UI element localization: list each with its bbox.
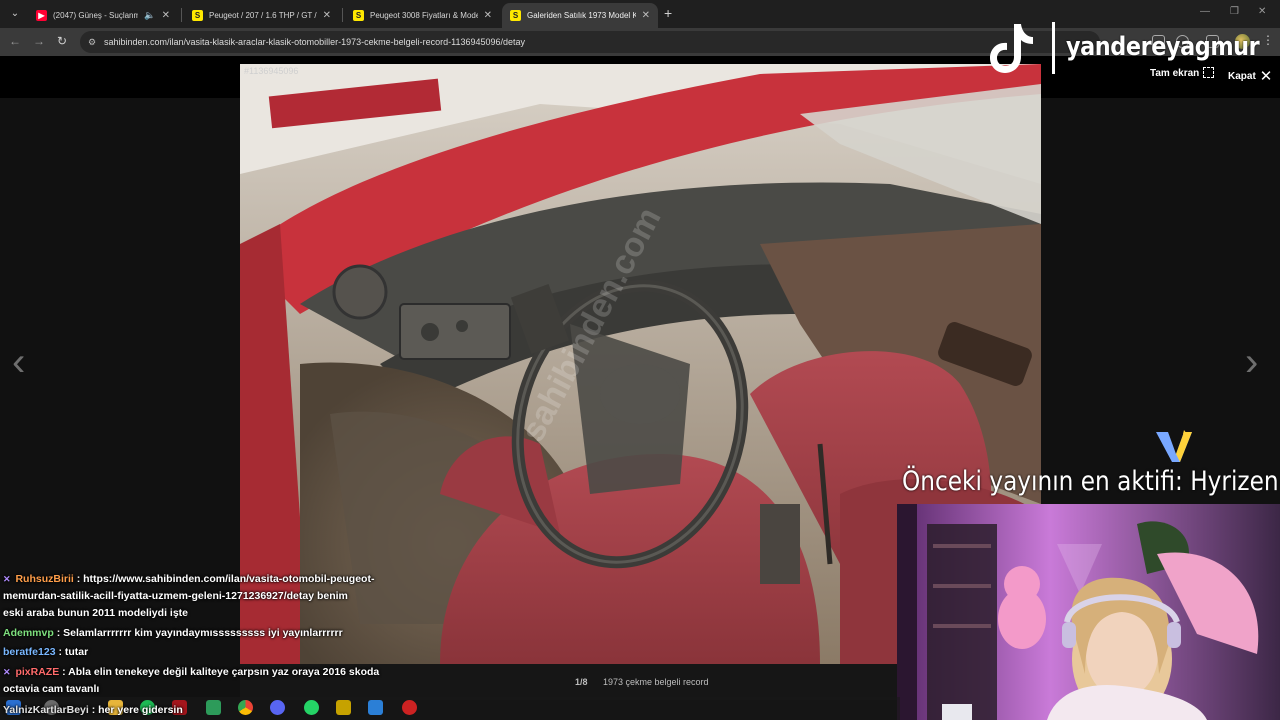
speaker-icon[interactable]: 🔈	[144, 10, 155, 21]
maximize-icon[interactable]: ❐	[1230, 6, 1239, 17]
close-window-icon[interactable]: ✕	[1258, 6, 1266, 17]
chat-text: : Selamlarrrrrrr kim yayındaymısssssssss…	[56, 627, 343, 639]
chat-message: YalnizKartlarBeyi : her yere gidersin	[3, 702, 183, 719]
obs-icon[interactable]	[402, 700, 417, 715]
chat-badge-icon: ✕	[3, 574, 11, 584]
next-photo-icon[interactable]: ›	[1245, 340, 1258, 385]
minimize-icon[interactable]: —	[1200, 6, 1210, 17]
discord-icon[interactable]	[270, 700, 285, 715]
chat-username: RuhsuzBirii	[15, 573, 74, 585]
listing-id: #1136945096	[244, 66, 299, 76]
top-chatter-banner: Önceki yayının en aktifi: Hyrizen	[902, 466, 1279, 497]
app-icon[interactable]	[368, 700, 383, 715]
chat-message: Ademmvp : Selamlarrrrrrr kim yayındaymıs…	[3, 625, 343, 642]
sahibinden-icon: S	[192, 10, 203, 21]
site-info-icon[interactable]: ⚙	[88, 31, 96, 53]
tab-search-chevron-icon[interactable]: ⌄	[6, 5, 24, 23]
chat-message-continuation: eski araba bunun 2011 modeliydi işte	[3, 605, 188, 622]
sahibinden-icon: S	[510, 10, 521, 21]
menu-icon[interactable]: ⋮	[1262, 33, 1274, 47]
tab-peugeot-3008[interactable]: S Peugeot 3008 Fiyatları & Model ✕	[345, 3, 500, 28]
chat-username: pixRAZE	[15, 666, 60, 678]
chat-message: ✕ pixRAZE : Abla elin tenekeye değil kal…	[3, 664, 379, 681]
tab-galeriden-1973[interactable]: S Galeriden Satılık 1973 Model K ✕	[502, 3, 658, 28]
app-icon[interactable]	[336, 700, 351, 715]
chat-badge-icon: ✕	[3, 667, 11, 677]
chat-text: octavia cam tavanlı	[3, 683, 100, 695]
streamer-handle: yandereyagmur	[1066, 32, 1260, 62]
youtube-icon: ▶	[36, 10, 47, 21]
chat-message-continuation: octavia cam tavanlı	[3, 681, 99, 698]
close-tab-icon[interactable]: ✕	[323, 10, 331, 21]
back-icon[interactable]: ←	[9, 34, 21, 48]
sahibinden-icon: S	[353, 10, 364, 21]
close-tab-icon[interactable]: ✕	[484, 10, 492, 21]
chat-username: beratfe123	[3, 646, 56, 658]
close-tab-icon[interactable]: ✕	[162, 10, 170, 21]
close-label: Kapat	[1228, 71, 1256, 82]
chat-username: YalnizKartlarBeyi	[3, 704, 89, 716]
tiktok-logo-icon	[990, 24, 1033, 73]
close-tab-icon[interactable]: ✕	[642, 10, 650, 21]
overlay-divider	[1052, 22, 1055, 74]
chat-text: : https://www.sahibinden.com/ilan/vasita…	[76, 573, 375, 585]
tab-youtube[interactable]: ▶ (2047) Güneş - Suçlanmdan 🔈 ✕	[28, 3, 178, 28]
tab-divider	[181, 8, 182, 22]
photo-caption: 1973 çekme belgeli record	[603, 677, 709, 687]
fullscreen-icon	[1203, 67, 1215, 78]
chat-text: eski araba bunun 2011 modeliydi işte	[3, 607, 188, 619]
tab-strip: ⌄ ▶ (2047) Güneş - Suçlanmdan 🔈 ✕ S Peug…	[0, 0, 1280, 28]
tab-label: Peugeot / 207 / 1.6 THP / GT / 2	[209, 11, 317, 20]
app-icon[interactable]	[206, 700, 221, 715]
chat-text: : tutar	[58, 646, 89, 658]
chat-text: memurdan-satilik-acill-fiyatta-uzmem-gel…	[3, 590, 348, 602]
webcam-feed	[897, 504, 1280, 720]
screen: ⌄ ▶ (2047) Güneş - Suçlanmdan 🔈 ✕ S Peug…	[0, 0, 1280, 720]
tab-divider	[342, 8, 343, 22]
tab-label: Galeriden Satılık 1973 Model K	[527, 11, 636, 20]
close-icon: ✕	[1259, 68, 1273, 85]
chat-message: beratfe123 : tutar	[3, 644, 88, 661]
whatsapp-icon[interactable]	[304, 700, 319, 715]
chat-text: : Abla elin tenekeye değil kaliteye çarp…	[62, 666, 380, 678]
webcam-image	[897, 504, 1280, 720]
reload-icon[interactable]: ↻	[57, 34, 67, 48]
photo-counter: 1/8	[575, 677, 588, 687]
close-button[interactable]: Kapat ✕	[1228, 67, 1272, 85]
url-text: sahibinden.com/ilan/vasita-klasik-aracla…	[104, 37, 526, 47]
fullscreen-label: Tam ekran	[1150, 68, 1200, 79]
new-tab-icon[interactable]: +	[664, 5, 672, 21]
chat-message: ✕ RuhsuzBirii : https://www.sahibinden.c…	[3, 571, 374, 588]
chat-text: : her yere gidersin	[91, 704, 183, 716]
tab-label: Peugeot 3008 Fiyatları & Model	[370, 11, 478, 20]
chat-username: Ademmvp	[3, 627, 54, 639]
prev-photo-icon[interactable]: ‹	[12, 340, 25, 385]
fullscreen-button[interactable]: Tam ekran	[1150, 67, 1215, 79]
tab-label: (2047) Güneş - Suçlanmdan	[53, 11, 139, 20]
chat-message-continuation: memurdan-satilik-acill-fiyatta-uzmem-gel…	[3, 588, 348, 605]
address-bar[interactable]: ⚙ sahibinden.com/ilan/vasita-klasik-arac…	[80, 31, 1100, 53]
forward-icon[interactable]: →	[33, 34, 45, 48]
chrome-icon[interactable]	[238, 700, 253, 715]
tab-peugeot-207[interactable]: S Peugeot / 207 / 1.6 THP / GT / 2 ✕	[184, 3, 339, 28]
v-logo-icon	[1156, 430, 1192, 462]
